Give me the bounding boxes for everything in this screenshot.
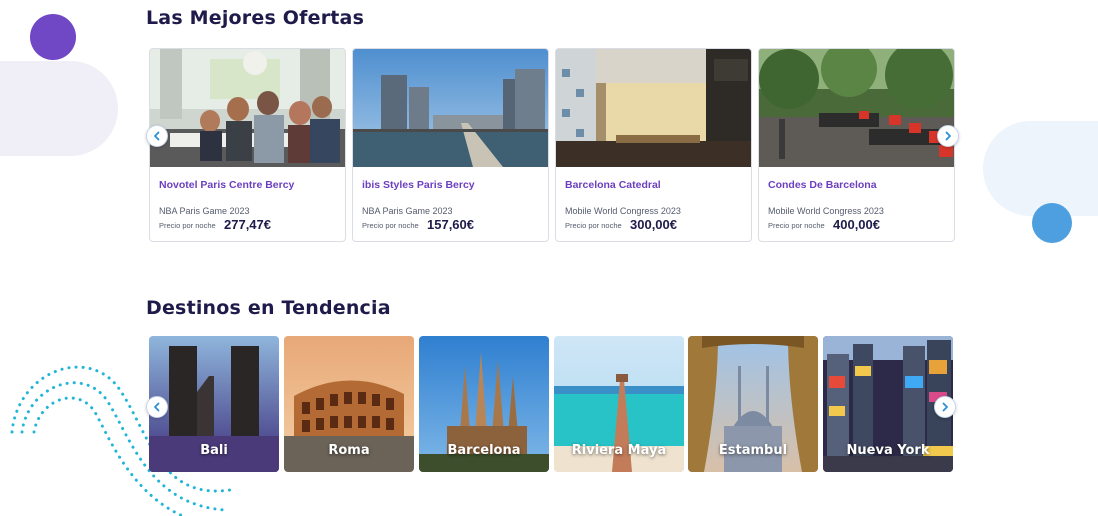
destination-card-bali[interactable]: Bali <box>149 336 279 472</box>
price-label: Precio por noche <box>768 221 825 230</box>
hotel-name[interactable]: ibis Styles Paris Bercy <box>362 179 475 191</box>
offer-image <box>759 49 954 167</box>
destination-label: Estambul <box>718 443 788 458</box>
destination-card-riviera-maya[interactable]: Riviera Maya <box>554 336 684 472</box>
offer-card[interactable]: ibis Styles Paris Bercy NBA Paris Game 2… <box>352 48 549 242</box>
hotel-name[interactable]: Novotel Paris Centre Bercy <box>159 179 294 191</box>
event-name: NBA Paris Game 2023 <box>362 206 453 216</box>
offer-card[interactable]: Condes De Barcelona Mobile World Congres… <box>758 48 955 242</box>
price-label: Precio por noche <box>565 221 622 230</box>
offer-price: 300,00€ <box>630 217 677 232</box>
destination-card-barcelona[interactable]: Barcelona <box>419 336 549 472</box>
hotel-name[interactable]: Condes De Barcelona <box>768 179 877 191</box>
offer-image <box>353 49 548 167</box>
destination-label: Bali <box>200 443 228 458</box>
event-name: Mobile World Congress 2023 <box>565 206 681 216</box>
offer-card[interactable]: Barcelona Catedral Mobile World Congress… <box>555 48 752 242</box>
decorative-lavender-shape <box>0 61 118 156</box>
destinations-section-title: Destinos en Tendencia <box>146 297 391 319</box>
offer-price: 400,00€ <box>833 217 880 232</box>
price-label: Precio por noche <box>362 221 419 230</box>
event-name: Mobile World Congress 2023 <box>768 206 884 216</box>
destination-label: Barcelona <box>447 443 521 458</box>
chevron-left-icon <box>152 131 162 141</box>
decorative-purple-circle <box>30 14 76 60</box>
offers-section-title: Las Mejores Ofertas <box>146 7 365 29</box>
decorative-blue-circle <box>1032 203 1072 243</box>
destinations-next-button[interactable] <box>934 396 956 418</box>
offer-image <box>150 49 345 167</box>
event-name: NBA Paris Game 2023 <box>159 206 250 216</box>
chevron-left-icon <box>152 402 162 412</box>
destination-label: Roma <box>328 443 370 458</box>
chevron-right-icon <box>943 131 953 141</box>
offer-price: 277,47€ <box>224 217 271 232</box>
offers-next-button[interactable] <box>937 125 959 147</box>
hotel-name[interactable]: Barcelona Catedral <box>565 179 661 191</box>
offers-prev-button[interactable] <box>146 125 168 147</box>
destination-card-estambul[interactable]: Estambul <box>688 336 818 472</box>
decorative-light-blue-shape <box>983 121 1098 216</box>
destinations-prev-button[interactable] <box>146 396 168 418</box>
offer-image <box>556 49 751 167</box>
offer-price: 157,60€ <box>427 217 474 232</box>
price-label: Precio por noche <box>159 221 216 230</box>
destination-label: Nueva York <box>846 443 930 458</box>
destination-card-roma[interactable]: Roma <box>284 336 414 472</box>
offer-card[interactable]: Novotel Paris Centre Bercy NBA Paris Gam… <box>149 48 346 242</box>
destination-label: Riviera Maya <box>571 443 667 458</box>
chevron-right-icon <box>940 402 950 412</box>
